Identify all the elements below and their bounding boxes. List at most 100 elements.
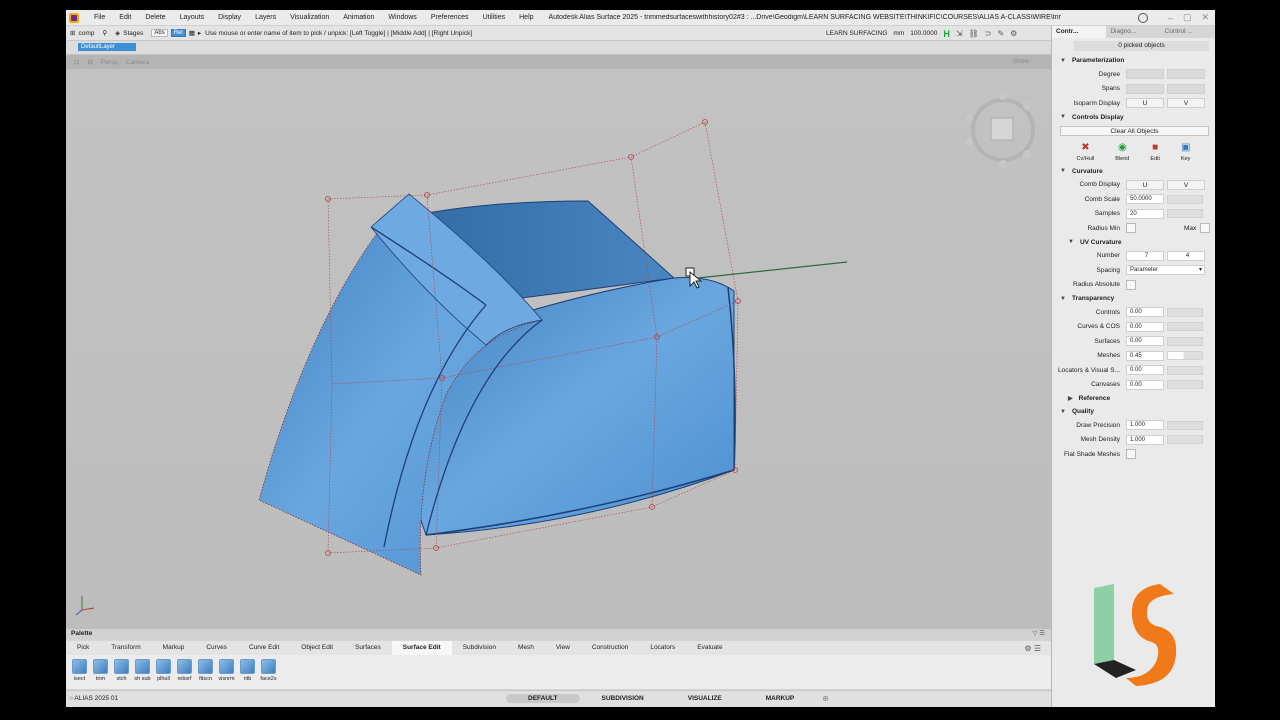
link-icon[interactable]: ⛓ — [969, 29, 979, 38]
tolerance-label[interactable]: 100.0000 — [910, 30, 937, 37]
menu-visualization[interactable]: Visualization — [283, 14, 336, 21]
menu-display[interactable]: Display — [211, 14, 248, 21]
grid-icon[interactable]: ▦ — [189, 29, 195, 37]
transparency-field[interactable]: 0.45 — [1126, 350, 1164, 361]
menu-delete[interactable]: Delete — [138, 14, 172, 21]
tool-sh-sub[interactable]: sh sub — [132, 659, 153, 682]
palette-tab-subdivision[interactable]: Subdivision — [452, 641, 507, 655]
add-mode-icon[interactable]: ⊕ — [822, 694, 829, 703]
tool-rebsrf[interactable]: rebsrf — [174, 659, 195, 682]
transparency-slider[interactable] — [1167, 307, 1203, 317]
transparency-slider[interactable] — [1167, 351, 1203, 361]
blend-toggle[interactable]: ◉ Blend — [1115, 142, 1129, 162]
section-reference[interactable]: ▶ Reference — [1052, 392, 1215, 405]
green-construction-line[interactable] — [697, 261, 848, 279]
maximize-icon[interactable]: ▢ — [1183, 12, 1192, 23]
palette-settings-icon[interactable]: ⚙ ☰ — [1024, 644, 1041, 653]
user-icon[interactable] — [1137, 12, 1148, 23]
abs-button[interactable]: Abs — [151, 29, 168, 37]
number-v-field[interactable]: 4 — [1167, 250, 1205, 261]
number-u-field[interactable]: 7 — [1126, 250, 1164, 261]
mode-subdivision[interactable]: SUBDIVISION — [580, 694, 666, 703]
mode-visualize[interactable]: VISUALIZE — [666, 694, 744, 703]
pin-icon[interactable]: ✎ — [997, 29, 1004, 38]
transparency-field[interactable]: 0.00 — [1126, 307, 1164, 318]
isoparm-v-button[interactable]: V — [1167, 98, 1205, 109]
palette-tab-curve-edit[interactable]: Curve Edit — [238, 641, 290, 655]
menu-layers[interactable]: Layers — [248, 14, 283, 21]
edit-toggle[interactable]: ■ Edit — [1150, 142, 1159, 162]
key-toggle[interactable]: ▣ Key — [1181, 142, 1190, 162]
transparency-slider[interactable] — [1167, 336, 1203, 346]
view-cube[interactable] — [965, 92, 1035, 168]
palette-tab-locators[interactable]: Locators — [639, 641, 686, 655]
history-icon[interactable]: H — [943, 29, 950, 39]
tool-ntb[interactable]: ntb — [237, 659, 258, 682]
tool-fitscn[interactable]: fitscn — [195, 659, 216, 682]
menu-preferences[interactable]: Preferences — [424, 14, 476, 21]
mesh-density-slider[interactable] — [1167, 435, 1203, 445]
magnet-icon[interactable]: ⊃ — [985, 29, 992, 38]
stages-button[interactable]: ◈ Stages — [115, 29, 143, 38]
transparency-field[interactable]: 0.00 — [1126, 365, 1164, 376]
play-icon[interactable]: ▸ — [198, 29, 201, 37]
comp-toggle[interactable]: ⊞ comp — [70, 29, 94, 38]
tool-stch[interactable]: stch — [111, 659, 132, 682]
tab-control-panel[interactable]: Contr... — [1052, 26, 1107, 38]
transparency-slider[interactable] — [1167, 365, 1203, 375]
model-canvas[interactable] — [66, 55, 1051, 638]
palette-tab-curves[interactable]: Curves — [195, 641, 238, 655]
palette-menu-icon[interactable]: ☰ — [1039, 630, 1045, 637]
palette-tab-surface-edit[interactable]: Surface Edit — [391, 641, 452, 655]
tool-plhull[interactable]: plhull — [153, 659, 174, 682]
draw-precision-field[interactable]: 1.000 — [1126, 420, 1164, 431]
palette-tab-construction[interactable]: Construction — [581, 641, 640, 655]
palette-tab-transform[interactable]: Transform — [100, 641, 151, 655]
comb-scale-slider[interactable] — [1167, 194, 1203, 204]
comb-v-button[interactable]: V — [1167, 179, 1205, 190]
tool-trim[interactable]: trim — [90, 659, 111, 682]
settings-icon[interactable]: ⚙ — [1010, 29, 1017, 38]
tab-diagnostics[interactable]: Diagno... — [1106, 26, 1160, 38]
transparency-field[interactable]: 0.00 — [1126, 336, 1164, 347]
palette-tab-pick[interactable]: Pick — [66, 641, 100, 655]
draw-precision-slider[interactable] — [1167, 420, 1203, 430]
search-icon[interactable]: ⚲ — [102, 29, 107, 37]
tool-isect[interactable]: isect — [69, 659, 90, 682]
palette-tab-markup[interactable]: Markup — [152, 641, 196, 655]
section-curvature[interactable]: ▼ Curvature — [1052, 165, 1215, 178]
palette-tab-surfaces[interactable]: Surfaces — [344, 641, 392, 655]
transparency-slider[interactable] — [1167, 322, 1203, 332]
menu-windows[interactable]: Windows — [381, 14, 423, 21]
flat-shade-checkbox[interactable] — [1126, 449, 1136, 460]
section-quality[interactable]: ▼ Quality — [1052, 405, 1215, 418]
transparency-field[interactable]: 0.00 — [1126, 379, 1164, 390]
section-transparency[interactable]: ▼ Transparency — [1052, 292, 1215, 305]
menu-file[interactable]: File — [87, 14, 112, 21]
menu-help[interactable]: Help — [512, 14, 540, 21]
workspace-label[interactable]: LEARN SURFACING — [826, 30, 887, 37]
radius-absolute-checkbox[interactable] — [1126, 279, 1136, 290]
spacing-select[interactable]: Parameter ▾ — [1126, 265, 1205, 276]
transparency-slider[interactable] — [1167, 380, 1203, 390]
comb-u-button[interactable]: U — [1126, 179, 1164, 190]
palette-tab-evaluate[interactable]: Evaluate — [686, 641, 733, 655]
cv-hull-toggle[interactable]: ✖ Cv/Hull — [1077, 142, 1095, 162]
tool-face2s[interactable]: face2s — [258, 659, 279, 682]
default-layer-chip[interactable]: DefaultLayer — [78, 43, 136, 51]
menu-edit[interactable]: Edit — [112, 14, 138, 21]
isoparm-u-button[interactable]: U — [1126, 98, 1164, 109]
units-label[interactable]: mm — [893, 30, 904, 37]
palette-tab-mesh[interactable]: Mesh — [507, 641, 545, 655]
comb-scale-field[interactable]: 50.0000 — [1126, 194, 1164, 205]
menu-animation[interactable]: Animation — [336, 14, 381, 21]
samples-slider[interactable] — [1167, 209, 1203, 219]
mode-markup[interactable]: MARKUP — [744, 694, 817, 703]
mode-default[interactable]: DEFAULT — [506, 694, 580, 703]
rel-button[interactable]: Rel — [170, 29, 186, 37]
samples-field[interactable]: 20 — [1126, 208, 1164, 219]
palette-tab-object-edit[interactable]: Object Edit — [290, 641, 344, 655]
section-parameterization[interactable]: ▼ Parameterization — [1052, 54, 1215, 67]
minimize-icon[interactable]: – — [1168, 13, 1173, 23]
section-uv-curvature[interactable]: ▼ UV Curvature — [1052, 236, 1215, 249]
